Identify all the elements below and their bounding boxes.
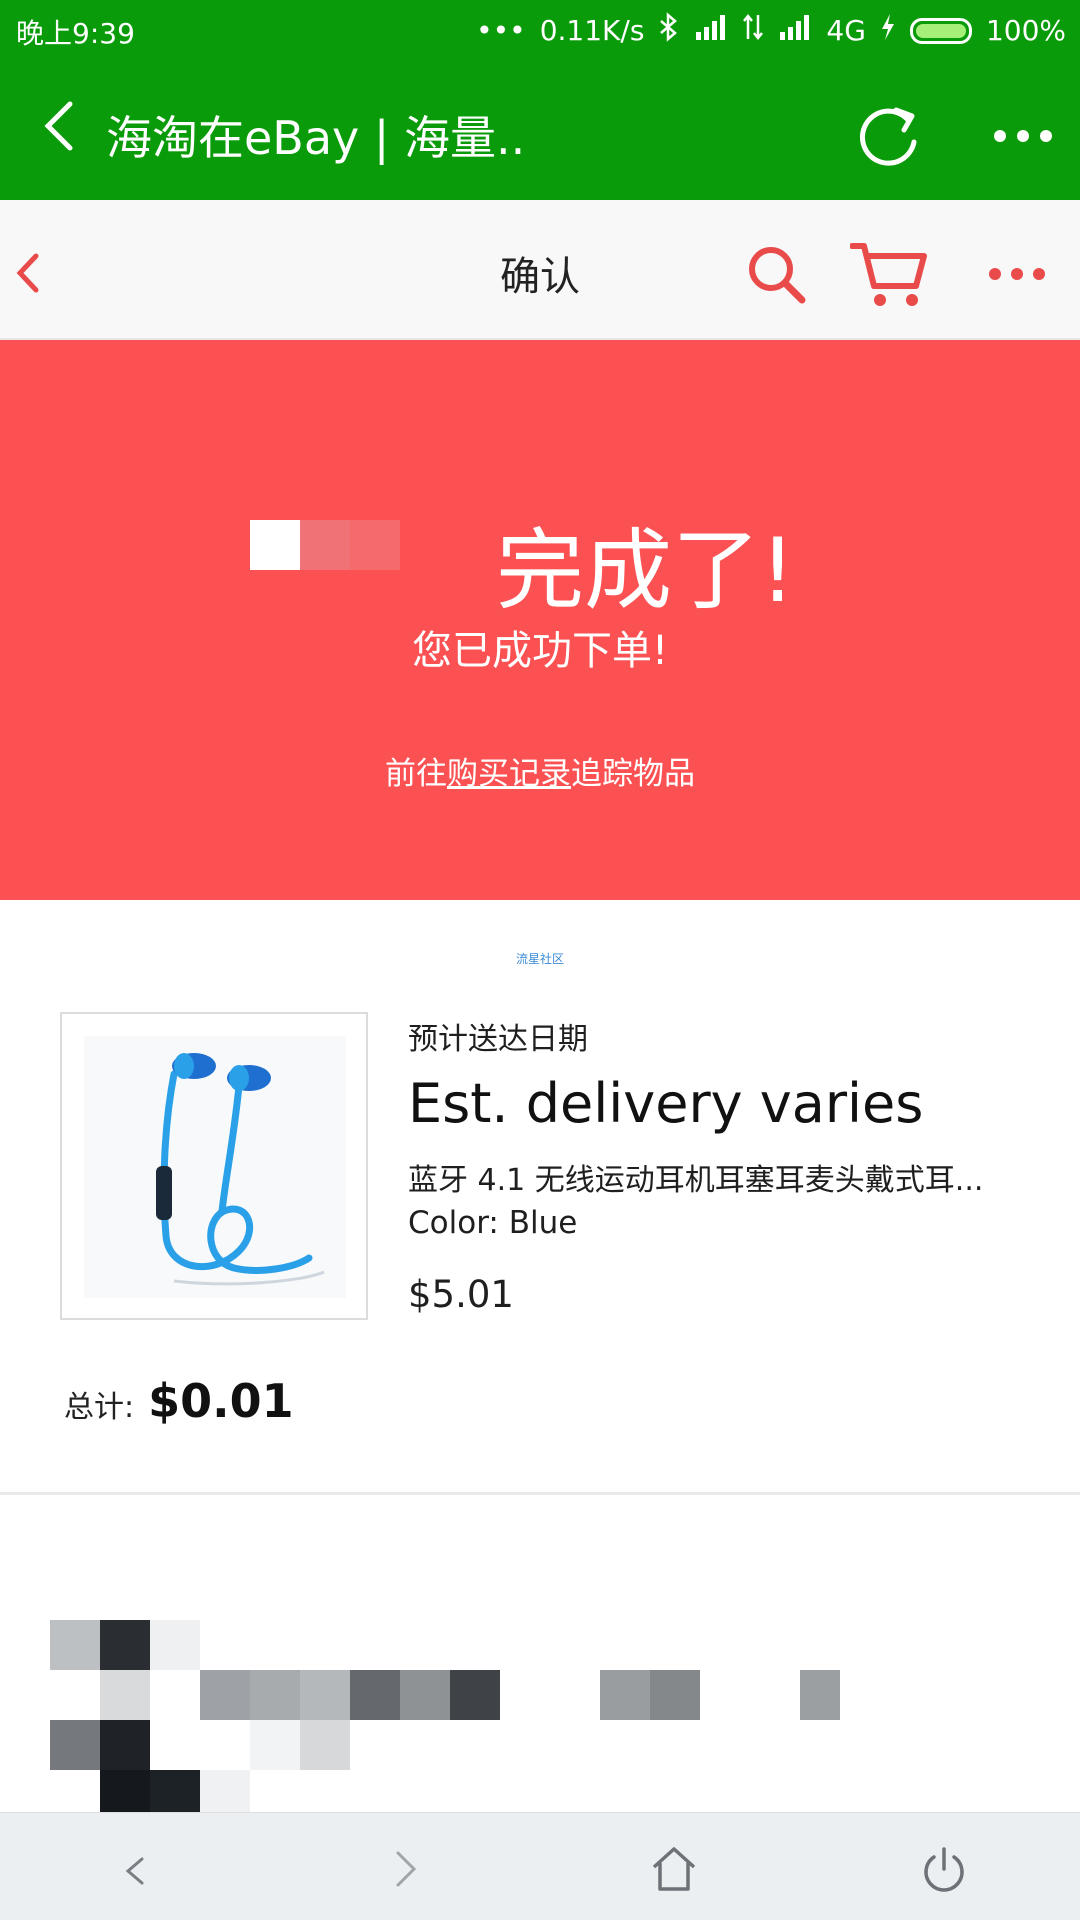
pixelated-text xyxy=(250,520,300,570)
search-icon[interactable] xyxy=(744,242,808,306)
total-label: 总计: xyxy=(64,1390,135,1425)
more-options-icon[interactable] xyxy=(992,128,1054,144)
webview-title: 海淘在eBay | 海量.. xyxy=(106,111,526,165)
pixelated-text xyxy=(350,520,400,570)
earphones-image xyxy=(84,1036,346,1298)
link-suffix: 追踪物品 xyxy=(571,756,695,792)
delivery-date-value: Est. delivery varies xyxy=(408,1072,924,1135)
status-indicators: ••• 0.11K/s 4G 100% xyxy=(476,12,1066,49)
order-total: 总计: $0.01 xyxy=(64,1374,294,1428)
wechat-title-bar: 海淘在eBay | 海量.. xyxy=(0,58,1080,200)
refresh-icon[interactable] xyxy=(856,102,924,170)
item-info: 预计送达日期 Est. delivery varies 蓝牙 4.1 无线运动耳… xyxy=(408,1010,1048,1316)
item-price: $5.01 xyxy=(408,1273,514,1316)
back-arrow-icon[interactable] xyxy=(40,96,80,156)
pixelated-text xyxy=(300,520,350,570)
total-amount: $0.01 xyxy=(148,1374,294,1428)
network-speed: 0.11K/s xyxy=(539,14,645,47)
purchase-history-line: 前往购买记录追踪物品 xyxy=(0,748,1080,793)
ebay-header: 确认 xyxy=(0,200,1080,340)
browser-bottom-nav xyxy=(0,1812,1080,1920)
battery-percent: 100% xyxy=(985,14,1066,47)
status-bar: 晚上9:39 ••• 0.11K/s 4G 100% xyxy=(0,0,1080,58)
nav-back-icon[interactable] xyxy=(108,1841,164,1897)
status-time: 晚上9:39 xyxy=(16,17,135,50)
signal-icon xyxy=(694,14,728,47)
delivery-date-label: 预计送达日期 xyxy=(408,1022,588,1057)
success-subtitle: 您已成功下单! xyxy=(411,628,669,674)
signal-icon-2 xyxy=(778,14,812,47)
item-color: Color: Blue xyxy=(408,1205,578,1241)
cart-icon[interactable] xyxy=(849,240,930,308)
more-options-icon[interactable] xyxy=(988,266,1046,285)
notification-dots: ••• xyxy=(476,14,526,47)
nav-home-icon[interactable] xyxy=(646,1841,702,1897)
order-success-banner: 完成了! 您已成功下单! 前往购买记录追踪物品 xyxy=(0,340,1080,900)
link-prefix: 前往 xyxy=(385,756,447,792)
bluetooth-icon xyxy=(658,12,680,49)
data-arrows-icon xyxy=(742,13,764,48)
redacted-content xyxy=(50,1620,850,1820)
item-title[interactable]: 蓝牙 4.1 无线运动耳机耳塞耳麦头戴式耳... xyxy=(408,1155,1048,1199)
section-divider xyxy=(0,1492,1080,1495)
nav-power-icon[interactable] xyxy=(916,1841,972,1897)
network-type: 4G xyxy=(826,14,866,47)
charging-icon xyxy=(880,13,896,48)
success-headline: 完成了! xyxy=(496,519,796,622)
purchase-history-link[interactable]: 购买记录 xyxy=(447,756,571,792)
battery-icon xyxy=(909,17,972,44)
item-thumbnail[interactable] xyxy=(60,1012,368,1320)
watermark-text: 流星社区 xyxy=(515,952,564,966)
nav-forward-icon[interactable] xyxy=(376,1841,432,1897)
